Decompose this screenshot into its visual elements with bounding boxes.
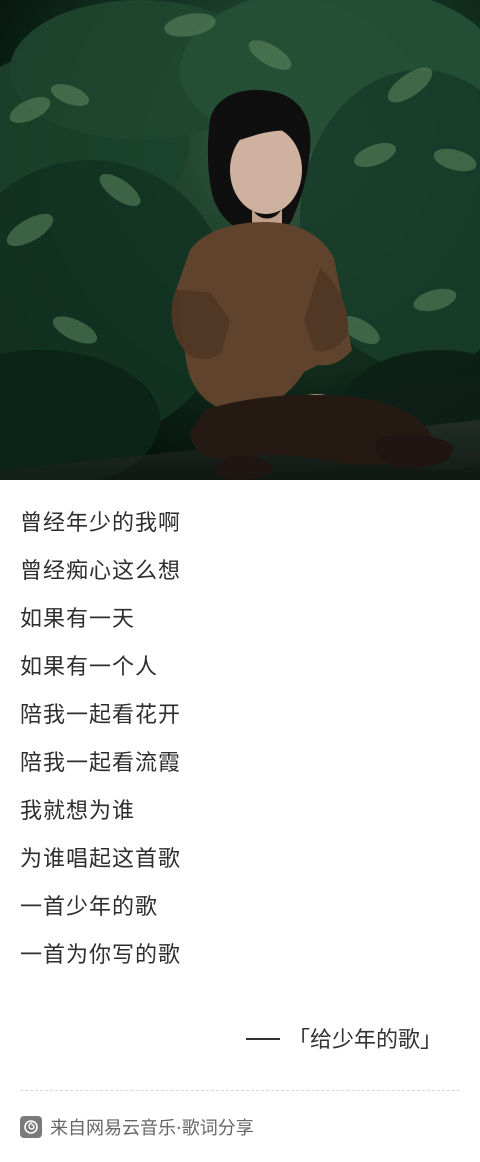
lyric-line: 陪我一起看流霞 bbox=[20, 751, 182, 776]
netease-music-icon bbox=[20, 1116, 42, 1138]
lyric-line: 一首为你写的歌 bbox=[20, 943, 182, 968]
dashed-divider bbox=[20, 1090, 460, 1091]
song-attribution: 「给少年的歌」 bbox=[245, 1022, 442, 1054]
lyric-line: 为谁唱起这首歌 bbox=[20, 847, 182, 872]
footer-source-text: 来自网易云音乐·歌词分享 bbox=[50, 1118, 254, 1139]
song-title: 「给少年的歌」 bbox=[287, 1028, 442, 1053]
lyric-line: 曾经年少的我啊 bbox=[20, 511, 182, 536]
lyric-line: 一首少年的歌 bbox=[20, 895, 159, 920]
attribution-dash bbox=[245, 1038, 280, 1040]
lyric-line: 如果有一天 bbox=[20, 607, 136, 632]
lyric-line: 陪我一起看花开 bbox=[20, 703, 182, 728]
lyric-line: 我就想为谁 bbox=[20, 799, 136, 824]
lyrics-block: 曾经年少的我啊 曾经痴心这么想 如果有一天 如果有一个人 陪我一起看花开 陪我一… bbox=[20, 500, 460, 980]
share-footer: 来自网易云音乐·歌词分享 bbox=[20, 1113, 254, 1141]
lyric-line: 曾经痴心这么想 bbox=[20, 559, 182, 584]
lyric-line: 如果有一个人 bbox=[20, 655, 159, 680]
cover-photo bbox=[0, 0, 480, 480]
woman-sitting-in-foliage-photo bbox=[0, 0, 480, 480]
lyric-share-card: 曾经年少的我啊 曾经痴心这么想 如果有一天 如果有一个人 陪我一起看花开 陪我一… bbox=[0, 0, 480, 1162]
